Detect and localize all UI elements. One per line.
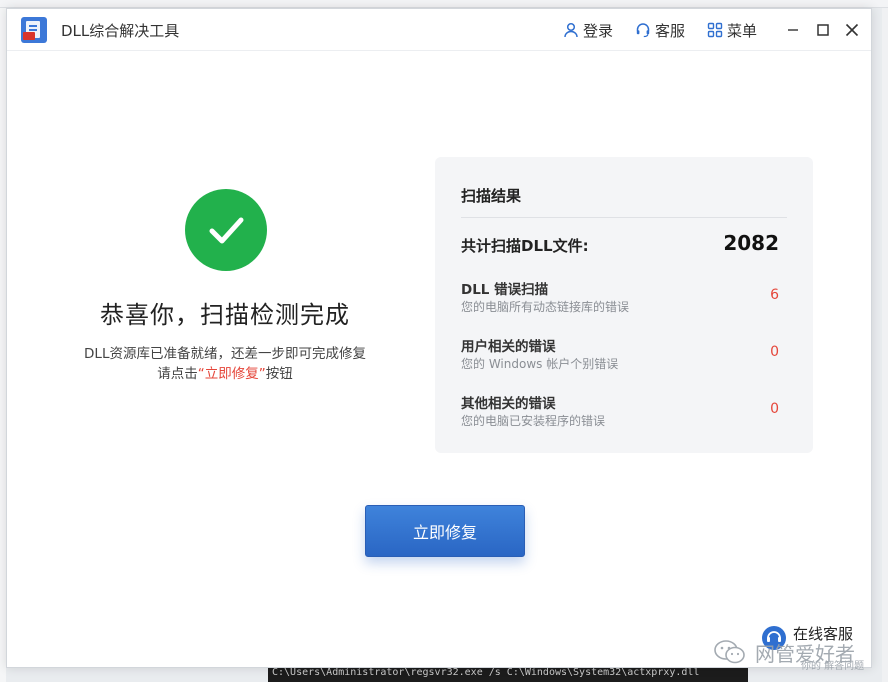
minimize-icon	[788, 29, 798, 31]
menu-button[interactable]: 菜单	[707, 19, 757, 41]
app-window: DLL综合解决工具 登录 客服 菜单 恭喜你，扫描检测完成 DLL资源库已准备就…	[6, 8, 873, 672]
login-button[interactable]: 登录	[563, 19, 613, 41]
desktop-taskbar-strip	[0, 0, 888, 8]
fix-now-button[interactable]: 立即修复	[365, 505, 525, 557]
success-description-line2: 请点击“立即修复”按钮	[7, 362, 443, 382]
watermark-subtext: 你的 解答问题	[801, 661, 865, 672]
wechat-logo-icon	[714, 640, 745, 664]
row-other-error-sub: 您的电脑已安装程序的错误	[461, 414, 606, 428]
scan-result-card: 扫描结果 共计扫描DLL文件: 2082 DLL 错误扫描 您的电脑所有动态链接…	[435, 157, 813, 453]
desc-highlight: “立即修复”	[197, 366, 266, 382]
service-label: 客服	[655, 21, 686, 40]
row-dll-error-value: 6	[770, 287, 779, 303]
maximize-button[interactable]	[811, 18, 835, 42]
checkmark-icon	[209, 217, 244, 244]
row-dll-error-title: DLL 错误扫描	[461, 282, 549, 298]
desc-suffix: 按钮	[265, 366, 293, 382]
desc-prefix: 请点击	[157, 366, 198, 382]
title-bar[interactable]: DLL综合解决工具 登录 客服 菜单	[7, 9, 871, 51]
app-logo-icon	[21, 17, 47, 43]
menu-label: 菜单	[727, 21, 758, 40]
close-icon	[845, 23, 859, 37]
watermark: 网管爱好者 你的 解答问题	[713, 635, 873, 672]
card-divider	[461, 217, 787, 218]
row-other-error-title: 其他相关的错误	[461, 396, 556, 412]
app-title: DLL综合解决工具	[61, 22, 180, 40]
total-scanned-value: 2082	[723, 231, 779, 255]
service-button[interactable]: 客服	[635, 19, 685, 41]
scan-result-title: 扫描结果	[461, 187, 522, 205]
success-title: 恭喜你，扫描检测完成	[100, 301, 350, 329]
row-other-error-value: 0	[770, 401, 779, 417]
row-user-error-title: 用户相关的错误	[461, 339, 556, 355]
desktop-right-edge	[882, 8, 888, 682]
maximize-icon	[817, 24, 829, 36]
row-user-error-value: 0	[770, 344, 779, 360]
headset-icon	[636, 23, 650, 38]
row-user-error-sub: 您的 Windows 帐户个别错误	[461, 357, 619, 371]
user-icon	[564, 22, 578, 38]
minimize-button[interactable]	[781, 18, 805, 42]
login-label: 登录	[583, 21, 614, 40]
close-button[interactable]	[840, 18, 864, 42]
success-check-badge	[185, 189, 267, 271]
success-description-line1: DLL资源库已准备就绪，还差一步即可完成修复	[84, 346, 366, 362]
grid-menu-icon	[707, 22, 723, 38]
total-scanned-label: 共计扫描DLL文件:	[461, 237, 589, 255]
row-dll-error-sub: 您的电脑所有动态链接库的错误	[461, 300, 630, 314]
